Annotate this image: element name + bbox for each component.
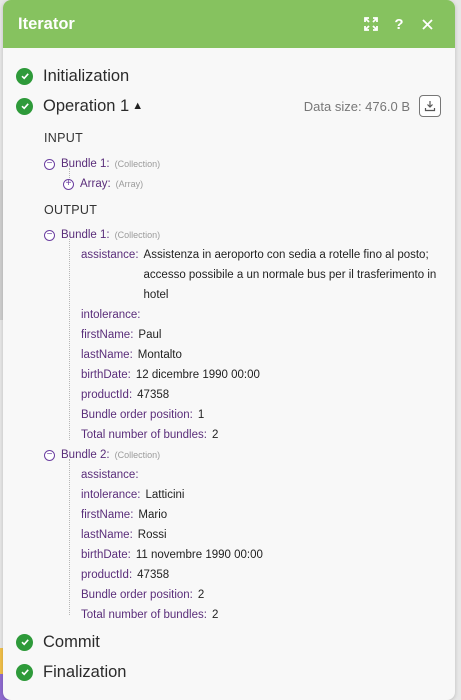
check-circle-icon — [16, 663, 33, 681]
tree-node-bundle[interactable]: − Bundle 1: (Collection) — [3, 154, 455, 174]
field-key: lastName: — [81, 349, 133, 361]
field-order-position: Bundle order position: 1 — [3, 405, 455, 425]
field-value: Mario — [138, 509, 168, 521]
field-productid: productId: 47358 — [3, 385, 455, 405]
field-value: 2 — [211, 429, 219, 441]
expand-node-icon[interactable]: + — [63, 178, 74, 190]
field-intolerance: intolerance: Latticini — [3, 485, 455, 505]
field-productid: productId: 47358 — [3, 565, 455, 585]
collapse-icon[interactable]: − — [44, 449, 55, 461]
phase-label: Initialization — [43, 66, 130, 85]
field-key: intolerance: — [81, 489, 141, 501]
field-key: productId: — [81, 569, 133, 581]
field-intolerance: intolerance: — [3, 305, 455, 325]
field-value: 47358 — [137, 389, 170, 401]
node-key: Array: — [80, 178, 111, 190]
tree-node-array[interactable]: + Array: (Array) — [3, 174, 455, 194]
check-circle-icon — [16, 97, 33, 115]
close-icon[interactable] — [413, 10, 441, 38]
field-lastname: lastName: Montalto — [3, 345, 455, 365]
field-lastname: lastName: Rossi — [3, 525, 455, 545]
field-value: 12 dicembre 1990 00:00 — [135, 369, 260, 381]
field-value: 1 — [197, 409, 205, 421]
check-circle-icon — [16, 633, 33, 651]
panel-title: Iterator — [18, 14, 75, 33]
field-key: firstName: — [81, 329, 134, 341]
field-firstname: firstName: Paul — [3, 325, 455, 345]
tree-node-bundle[interactable]: − Bundle 1: (Collection) — [3, 225, 455, 245]
field-total-bundles: Total number of bundles: 2 — [3, 425, 455, 445]
node-type: (Array) — [115, 179, 144, 189]
field-value: 11 novembre 1990 00:00 — [135, 549, 263, 561]
field-value: 2 — [211, 609, 219, 621]
field-key: Bundle order position: — [81, 589, 193, 601]
field-key: birthDate: — [81, 549, 131, 561]
node-key: Bundle 1: — [61, 158, 110, 170]
phase-label: Commit — [43, 632, 100, 651]
output-tree: − Bundle 1: (Collection) assistance: Ass… — [3, 225, 455, 625]
caret-up-icon[interactable]: ▲ — [132, 100, 143, 112]
field-key: assistance: — [81, 469, 139, 481]
node-key: Bundle 2: — [61, 449, 110, 461]
field-assistance: assistance: — [3, 465, 455, 485]
output-label: OUTPUT — [44, 203, 98, 217]
bundle-2-group: − Bundle 2: (Collection) assistance: int… — [3, 445, 455, 625]
field-key: intolerance: — [81, 309, 141, 321]
field-key: productId: — [81, 389, 133, 401]
field-key: lastName: — [81, 529, 133, 541]
collapse-icon[interactable]: − — [44, 229, 55, 241]
data-size: Data size: 476.0 B — [303, 98, 410, 114]
field-order-position: Bundle order position: 2 — [3, 585, 455, 605]
field-key: Bundle order position: — [81, 409, 193, 421]
phase-initialization[interactable]: Initialization — [3, 61, 455, 91]
node-type: (Collection) — [114, 159, 161, 169]
field-value: Latticini — [145, 489, 185, 501]
field-birthdate: birthDate: 12 dicembre 1990 00:00 — [3, 365, 455, 385]
field-value: Assistenza in aeroporto con sedia a rote… — [143, 249, 437, 301]
node-type: (Collection) — [114, 230, 161, 240]
phase-finalization[interactable]: Finalization — [3, 657, 455, 687]
input-tree: − Bundle 1: (Collection) + Array: (Array… — [3, 154, 455, 194]
field-key: Total number of bundles: — [81, 609, 207, 621]
panel-body: Initialization Operation 1 ▲ Data size: … — [3, 48, 455, 687]
field-birthdate: birthDate: 11 novembre 1990 00:00 — [3, 545, 455, 565]
download-icon[interactable] — [419, 95, 441, 117]
field-key: birthDate: — [81, 369, 131, 381]
panel-header: Iterator ? — [3, 0, 455, 48]
field-firstname: firstName: Mario — [3, 505, 455, 525]
field-key: Total number of bundles: — [81, 429, 207, 441]
field-value: Montalto — [137, 349, 182, 361]
node-key: Bundle 1: — [61, 229, 110, 241]
phase-label: Operation 1 — [43, 96, 130, 115]
phase-commit[interactable]: Commit — [3, 627, 455, 657]
input-label: INPUT — [44, 131, 83, 145]
field-value: Paul — [138, 329, 162, 341]
expand-icon[interactable] — [357, 10, 385, 38]
field-assistance: assistance: Assistenza in aeroporto con … — [3, 245, 455, 305]
field-value: 47358 — [137, 569, 170, 581]
field-key: assistance: — [81, 249, 139, 261]
phase-operation[interactable]: Operation 1 ▲ Data size: 476.0 B — [3, 91, 455, 121]
field-value: Rossi — [137, 529, 167, 541]
check-circle-icon — [16, 67, 33, 85]
iterator-output-panel: Iterator ? Initialization Operation 1 ▲ … — [3, 0, 455, 700]
phase-label: Finalization — [43, 662, 127, 681]
field-key: firstName: — [81, 509, 134, 521]
tree-node-bundle[interactable]: − Bundle 2: (Collection) — [3, 445, 455, 465]
field-value: 2 — [197, 589, 205, 601]
node-type: (Collection) — [114, 450, 161, 460]
collapse-icon[interactable]: − — [44, 158, 55, 170]
help-icon[interactable]: ? — [385, 10, 413, 38]
field-total-bundles: Total number of bundles: 2 — [3, 605, 455, 625]
